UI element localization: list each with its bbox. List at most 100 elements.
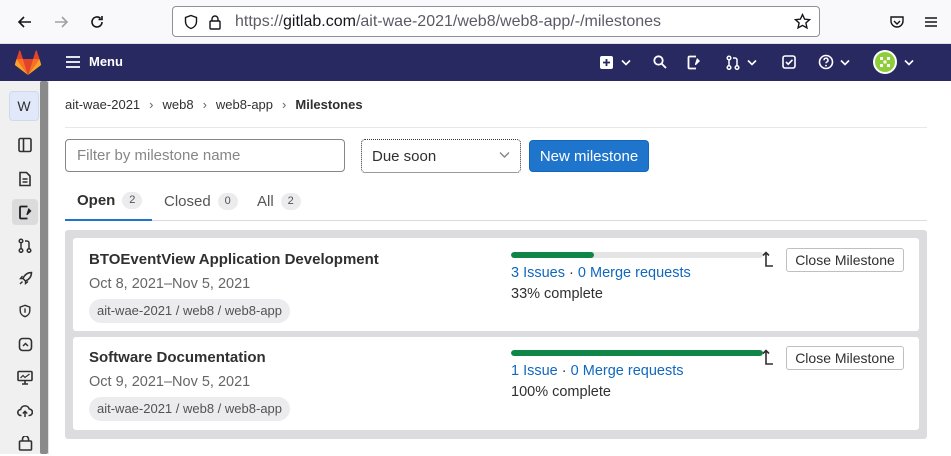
sidebar-item-deployments[interactable] [12, 331, 38, 357]
book-icon [18, 137, 32, 153]
url-host: gitlab.com [283, 13, 356, 30]
divider [65, 127, 927, 128]
milestone-list: BTOEventView Application Development Oct… [65, 230, 927, 439]
milestone-project-path[interactable]: ait-wae-2021 / web8 / web8-app [89, 397, 291, 421]
breadcrumb-current[interactable]: Milestones [295, 97, 362, 112]
url-bar[interactable]: https://gitlab.com/ait-wae-2021/web8/web… [172, 6, 820, 37]
sort-dropdown-value: Due soon [372, 148, 437, 165]
sidebar-item-merge-requests[interactable] [12, 232, 38, 258]
counts-separator: · [561, 363, 567, 379]
issues-count-link[interactable]: 1 Issue [511, 363, 558, 379]
shield-icon [184, 14, 198, 30]
chevron-down-icon [747, 59, 757, 66]
sidebar-item-security[interactable] [12, 298, 38, 324]
pocket-icon [890, 16, 904, 28]
tab-all[interactable]: All 2 [257, 181, 301, 221]
hamburger-icon [925, 17, 937, 27]
issues-count-link[interactable]: 3 Issues [511, 265, 565, 281]
sidebar-item-repository[interactable] [12, 166, 38, 192]
project-avatar[interactable]: W [9, 91, 39, 121]
milestone-filter-input[interactable] [65, 139, 345, 172]
breadcrumb-item[interactable]: web8-app [216, 97, 273, 112]
merge-request-icon [18, 237, 32, 253]
milestone-completion: 33% complete [511, 286, 603, 302]
milestone-progress-fill [511, 350, 763, 356]
pocket-button[interactable] [883, 8, 911, 36]
reload-icon [91, 16, 103, 28]
tab-count-badge: 0 [217, 192, 238, 210]
sidebar-scrollbar[interactable] [40, 81, 48, 454]
browser-toolbar: https://gitlab.com/ait-wae-2021/web8/web… [0, 0, 951, 44]
milestone-counts: 3 Issues · 0 Merge requests [511, 265, 691, 281]
sidebar-item-infrastructure[interactable] [12, 397, 38, 423]
rocket-icon [18, 271, 32, 285]
milestone-card: Software Documentation Oct 9, 2021–Nov 5… [73, 337, 919, 430]
plus-square-icon[interactable] [600, 56, 613, 69]
issues-icon[interactable] [687, 55, 701, 70]
tab-label: All [257, 192, 274, 210]
promote-icon[interactable] [759, 349, 775, 367]
breadcrumb-item[interactable]: web8 [163, 97, 194, 112]
app-menu-button[interactable] [917, 8, 945, 36]
avatar[interactable] [873, 50, 897, 74]
sidebar-item-cicd[interactable] [12, 265, 38, 291]
sidebar-item-monitor[interactable] [12, 364, 38, 390]
breadcrumb-separator-icon: › [149, 97, 154, 112]
milestone-progress-fill [511, 252, 595, 258]
breadcrumb-item[interactable]: ait-wae-2021 [65, 97, 140, 112]
tab-open[interactable]: Open 2 [65, 181, 152, 221]
menu-label[interactable]: Menu [89, 54, 123, 69]
breadcrumb-separator-icon: › [282, 97, 287, 112]
todo-check-icon[interactable] [782, 55, 796, 69]
milestone-progress-bar [511, 350, 763, 356]
milestone-progress-bar [511, 252, 763, 258]
counts-separator: · [569, 265, 574, 281]
tab-count-badge: 2 [280, 192, 301, 210]
forward-button[interactable] [47, 8, 75, 36]
reload-button[interactable] [83, 8, 111, 36]
back-button[interactable] [11, 8, 39, 36]
help-icon[interactable] [818, 54, 834, 70]
tab-label: Closed [164, 192, 211, 210]
cloud-upload-icon [17, 404, 33, 417]
bookmark-star-icon[interactable] [794, 13, 811, 30]
top-navigation: Menu [0, 44, 951, 81]
milestone-title[interactable]: Software Documentation [89, 349, 266, 366]
url-text: https://gitlab.com/ait-wae-2021/web8/web… [235, 13, 661, 31]
merge-requests-count-link[interactable]: 0 Merge requests [571, 363, 684, 379]
menu-hamburger-icon[interactable] [66, 56, 80, 68]
tab-label: Open [77, 191, 116, 209]
chevron-down-icon [840, 59, 850, 66]
new-milestone-button[interactable]: New milestone [529, 140, 649, 172]
sidebar-item-packages[interactable] [12, 430, 38, 456]
url-prefix: https:// [235, 13, 284, 30]
milestone-title[interactable]: BTOEventView Application Development [89, 251, 379, 268]
breadcrumb: ait-wae-2021 › web8 › web8-app › Milestones [65, 97, 363, 112]
document-icon [19, 171, 31, 187]
issues-icon [18, 205, 31, 219]
lock-icon [209, 15, 221, 30]
url-path: /ait-wae-2021/web8/web8-app/-/milestones [355, 13, 662, 30]
deployments-icon [18, 337, 32, 351]
tab-closed[interactable]: Closed 0 [164, 181, 238, 221]
breadcrumb-separator-icon: › [202, 97, 207, 112]
back-arrow-icon [17, 16, 31, 28]
search-icon[interactable] [653, 55, 667, 69]
monitor-icon [17, 370, 33, 385]
promote-icon[interactable] [759, 251, 775, 269]
merge-request-icon[interactable] [726, 55, 740, 70]
milestone-dates: Oct 8, 2021–Nov 5, 2021 [89, 276, 251, 292]
close-milestone-button[interactable]: Close Milestone [786, 248, 904, 272]
forward-arrow-icon [55, 16, 69, 28]
gitlab-logo-icon[interactable] [14, 50, 42, 76]
close-milestone-button[interactable]: Close Milestone [786, 346, 904, 370]
milestone-project-path[interactable]: ait-wae-2021 / web8 / web8-app [89, 299, 291, 323]
sidebar-item-overview[interactable] [12, 132, 38, 158]
chevron-down-icon [621, 59, 631, 66]
chevron-down-icon [499, 152, 510, 158]
milestone-completion: 100% complete [511, 384, 611, 400]
sidebar-item-issues[interactable] [12, 199, 38, 225]
tab-count-badge: 2 [122, 191, 143, 209]
merge-requests-count-link[interactable]: 0 Merge requests [578, 265, 691, 281]
sort-dropdown[interactable]: Due soon [361, 139, 521, 173]
